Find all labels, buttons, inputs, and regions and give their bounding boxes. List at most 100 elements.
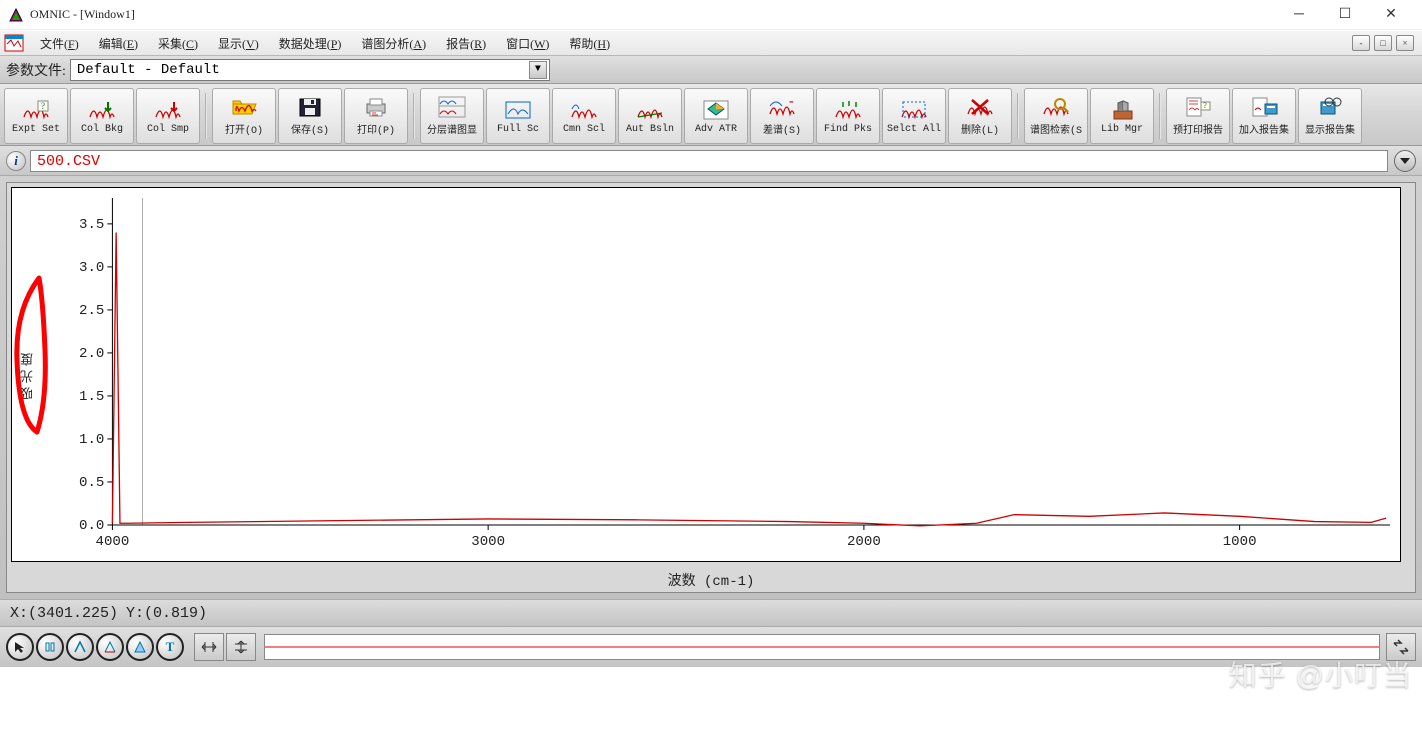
col-bkg-icon [88,98,116,122]
menu-e[interactable]: 编辑(E) [89,33,148,55]
info-icon[interactable]: i [6,151,26,171]
expand-x-button[interactable] [194,633,224,661]
toolbar-label: Expt Set [12,124,60,135]
expand-y-button[interactable] [226,633,256,661]
menu-r[interactable]: 报告(R) [436,33,496,55]
main-toolbar: ? Expt Set Col Bkg Col Smp 打开(O) 保存(S)打印(P) 分层… [0,84,1422,146]
menu-h[interactable]: 帮助(H) [559,33,620,55]
toolbar-label: 分层谱图显 [427,121,477,137]
toolbar-label: 加入报告集 [1239,121,1289,137]
svg-text:2000: 2000 [847,534,881,550]
plot-area[interactable]: 0.00.51.01.52.02.53.03.54000300020001000 [42,188,1400,561]
toolbar-col-smp-button[interactable]: Col Smp [136,88,200,144]
lib-mgr-icon [1108,98,1136,122]
menu-c[interactable]: 采集(C) [148,33,208,55]
svg-text:0.5: 0.5 [79,475,104,491]
chart-inner: 吸光度 0.00.51.01.52.02.53.03.5400030002000… [11,187,1401,562]
peak-height-tool-button[interactable] [96,633,124,661]
chart-frame: 吸光度 0.00.51.01.52.02.53.03.5400030002000… [6,182,1416,593]
toolbar-show-report-button[interactable]: 显示报告集 [1298,88,1362,144]
svg-text:1000: 1000 [1223,534,1257,550]
toolbar-label: Lib Mgr [1101,124,1143,135]
toolbar-spec-search-button[interactable]: 谱图检索(S [1024,88,1088,144]
parameter-file-combo[interactable]: Default - Default ▼ [70,59,550,81]
delete-icon [966,95,994,119]
title-bar: OMNIC - [Window1] ─ ☐ ✕ [0,0,1422,30]
toolbar-delete-button[interactable]: 删除(L) [948,88,1012,144]
add-report-icon [1250,95,1278,119]
spectrum-title-field[interactable]: 500.CSV [30,150,1388,172]
toolbar-label: 谱图检索(S [1030,121,1082,137]
mdi-minimize-button[interactable]: - [1352,35,1370,51]
parameter-file-value: Default - Default [77,62,529,78]
text-tool-button[interactable]: T [156,633,184,661]
cursor-x-value: (3401.225) [28,605,118,622]
combo-dropdown-button[interactable]: ▼ [529,61,547,79]
toolbar-full-sc-button[interactable]: Full Sc [486,88,550,144]
red-annotation-circle [7,270,51,440]
app-mdi-icon[interactable] [4,34,24,52]
toolbar-label: Cmn Scl [563,124,605,135]
menu-w[interactable]: 窗口(W) [496,33,559,55]
adv-atr-icon [702,98,730,122]
subtract-icon: - [768,95,796,119]
selection-tool-button[interactable] [6,633,34,661]
mdi-restore-button[interactable]: □ [1374,35,1392,51]
toolbar-label: Col Smp [147,124,189,135]
save-icon [296,95,324,119]
menu-v[interactable]: 显示(V) [208,33,269,55]
menu-a[interactable]: 谱图分析(A) [351,33,436,55]
svg-text:?: ? [1203,101,1207,110]
peak-area-tool-button[interactable] [126,633,154,661]
peak-tool-button[interactable] [66,633,94,661]
toolbar-save-button[interactable]: 保存(S) [278,88,342,144]
toolbar-stack-button[interactable]: 分层谱图显 [420,88,484,144]
spectrum-select-dropdown[interactable] [1394,150,1416,172]
toolbar-find-pks-button[interactable]: Find Pks [816,88,880,144]
region-tool-button[interactable] [36,633,64,661]
roll-zoom-button[interactable] [1386,633,1416,661]
print-icon [362,95,390,119]
toolbar-lib-mgr-button[interactable]: Lib Mgr [1090,88,1154,144]
toolbar-expt-set-button[interactable]: ? Expt Set [4,88,68,144]
toolbar-label: 打开(O) [225,121,263,137]
menu-f[interactable]: 文件(F) [30,33,89,55]
toolbar-label: Find Pks [824,124,872,135]
toolbar-selct-all-button[interactable]: Selct All [882,88,946,144]
window-controls: ─ ☐ ✕ [1276,0,1414,30]
toolbar-print-button[interactable]: 打印(P) [344,88,408,144]
find-pks-icon [834,98,862,122]
svg-text:2.0: 2.0 [79,346,104,362]
overview-bar[interactable] [264,634,1380,660]
toolbar-open-button[interactable]: 打开(O) [212,88,276,144]
spectrum-plot[interactable]: 0.00.51.01.52.02.53.03.54000300020001000 [42,188,1400,570]
toolbar-cmn-scl-button[interactable]: Cmn Scl [552,88,616,144]
selct-all-icon [900,98,928,122]
toolbar-aut-bsln-button[interactable]: Aut Bsln [618,88,682,144]
toolbar-label: Aut Bsln [626,124,674,135]
cursor-y-label: Y: [126,605,144,622]
toolbar-label: 显示报告集 [1305,121,1355,137]
maximize-button[interactable]: ☐ [1322,0,1368,30]
svg-text:?: ? [41,101,45,111]
close-button[interactable]: ✕ [1368,0,1414,30]
toolbar-add-report-button[interactable]: 加入报告集 [1232,88,1296,144]
menu-p[interactable]: 数据处理(P) [269,33,352,55]
mdi-close-button[interactable]: × [1396,35,1414,51]
toolbar-subtract-button[interactable]: -差谱(S) [750,88,814,144]
toolbar-adv-atr-button[interactable]: Adv ATR [684,88,748,144]
svg-text:3000: 3000 [471,534,505,550]
svg-text:4000: 4000 [96,534,130,550]
parameter-row: 参数文件: Default - Default ▼ [0,56,1422,84]
col-smp-icon [154,98,182,122]
mdi-controls: - □ × [1352,35,1418,51]
chart-panel: 吸光度 0.00.51.01.52.02.53.03.5400030002000… [0,176,1422,599]
toolbar-col-bkg-button[interactable]: Col Bkg [70,88,134,144]
svg-text:0.0: 0.0 [79,518,104,534]
open-icon [230,95,258,119]
menu-bar: 文件(F)编辑(E)采集(C)显示(V)数据处理(P)谱图分析(A)报告(R)窗… [0,30,1422,56]
minimize-button[interactable]: ─ [1276,0,1322,30]
toolbar-label: 预打印报告 [1173,121,1223,137]
toolbar-preview-button[interactable]: ? 预打印报告 [1166,88,1230,144]
spectrum-title-row: i 500.CSV [0,146,1422,176]
